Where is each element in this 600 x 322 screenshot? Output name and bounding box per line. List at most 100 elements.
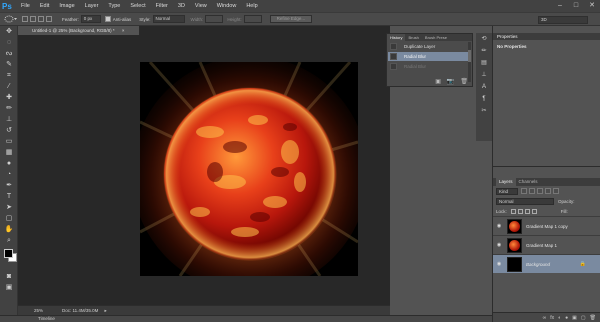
layer-row[interactable]: ◉ Gradient Map 1 xyxy=(493,235,600,254)
tab-layers[interactable]: Layers xyxy=(496,178,516,186)
add-mask-icon[interactable]: ◐ xyxy=(558,315,561,321)
tool-presets-icon[interactable]: ✂ xyxy=(477,106,491,117)
color-swatches[interactable] xyxy=(0,247,17,271)
new-document-from-state-icon[interactable]: ▣ xyxy=(435,78,441,85)
maximize-button[interactable]: □ xyxy=(571,1,581,10)
feather-input[interactable]: 0 px xyxy=(80,15,101,23)
quick-mask-icon[interactable]: ◙ xyxy=(2,272,16,282)
menu-type[interactable]: Type xyxy=(103,0,125,12)
character-panel-icon[interactable]: A xyxy=(477,82,491,93)
paragraph-panel-icon[interactable]: ¶ xyxy=(477,94,491,105)
adjustment-layer-icon[interactable]: ● xyxy=(565,315,568,321)
image-canvas[interactable] xyxy=(140,62,358,276)
new-selection-icon[interactable] xyxy=(22,16,28,22)
eraser-tool-icon[interactable]: ▭ xyxy=(2,137,16,147)
visibility-eye-icon[interactable]: ◉ xyxy=(493,261,505,267)
path-select-icon[interactable]: ➤ xyxy=(2,203,16,213)
pen-tool-icon[interactable]: ✒ xyxy=(2,181,16,191)
close-tab-icon[interactable]: × xyxy=(122,28,125,33)
lock-position-icon[interactable] xyxy=(524,208,530,214)
history-brush-source-icon[interactable] xyxy=(390,63,397,70)
lock-transparency-icon[interactable] xyxy=(510,208,516,214)
history-brush-source-icon[interactable] xyxy=(390,53,397,60)
new-snapshot-icon[interactable]: 📷 xyxy=(447,78,454,85)
menu-window[interactable]: Window xyxy=(212,0,242,12)
history-brush-source-icon[interactable] xyxy=(390,43,397,50)
tab-channels[interactable]: Channels xyxy=(516,178,541,186)
menu-file[interactable]: File xyxy=(16,0,35,12)
add-selection-icon[interactable] xyxy=(30,16,36,22)
visibility-eye-icon[interactable]: ◉ xyxy=(493,242,505,248)
tab-brush-presets[interactable]: Brush Prese xyxy=(422,34,450,41)
delete-state-icon[interactable]: 🗑 xyxy=(460,78,468,85)
crop-tool-icon[interactable]: ⌗ xyxy=(2,71,16,81)
eyedropper-tool-icon[interactable]: ⁄ xyxy=(2,82,16,92)
adjustment-filter-icon[interactable] xyxy=(529,188,535,194)
layer-row-background-selected[interactable]: ◉ Background 🔒 xyxy=(493,254,600,273)
hand-tool-icon[interactable]: ✋ xyxy=(2,225,16,235)
shape-filter-icon[interactable] xyxy=(545,188,551,194)
tab-history[interactable]: History xyxy=(387,34,406,41)
close-button[interactable]: ✕ xyxy=(587,1,597,10)
menu-view[interactable]: View xyxy=(190,0,212,12)
menu-3d[interactable]: 3D xyxy=(173,0,190,12)
new-group-icon[interactable]: ▣ xyxy=(572,315,577,321)
history-brush-icon[interactable]: ↺ xyxy=(2,126,16,136)
brush-panel-icon[interactable]: ✏ xyxy=(477,46,491,57)
dodge-tool-icon[interactable]: ◔ xyxy=(2,170,16,180)
foreground-color-swatch[interactable] xyxy=(4,249,13,258)
menu-select[interactable]: Select xyxy=(125,0,150,12)
status-menu-arrow-icon[interactable]: ▸ xyxy=(104,308,106,314)
delete-layer-icon[interactable]: 🗑 xyxy=(590,315,596,321)
layer-style-icon[interactable]: fx xyxy=(550,315,554,321)
smart-object-filter-icon[interactable] xyxy=(553,188,559,194)
properties-header[interactable]: Properties xyxy=(493,33,600,40)
type-filter-icon[interactable] xyxy=(537,188,543,194)
menu-edit[interactable]: Edit xyxy=(35,0,54,12)
lock-all-icon[interactable] xyxy=(531,208,537,214)
menu-layer[interactable]: Layer xyxy=(80,0,104,12)
antialias-checkbox[interactable] xyxy=(104,16,111,22)
history-state-radial-blur[interactable]: Radial Blur xyxy=(388,62,471,71)
history-panel-icon[interactable]: ⟲ xyxy=(477,34,491,45)
history-scrollbar-thumb[interactable] xyxy=(468,50,471,62)
tab-brush[interactable]: Brush xyxy=(405,34,421,41)
blend-mode-select[interactable]: Normal xyxy=(496,197,554,205)
zoom-tool-icon[interactable]: ⌕ xyxy=(2,236,16,246)
visibility-eye-icon[interactable]: ◉ xyxy=(493,223,505,229)
lock-pixels-icon[interactable] xyxy=(517,208,523,214)
menu-help[interactable]: Help xyxy=(241,0,262,12)
refine-edge-button[interactable]: Refine Edge... xyxy=(269,15,313,23)
marquee-tool-preset[interactable] xyxy=(4,15,18,23)
quick-select-tool-icon[interactable]: ✎ xyxy=(2,60,16,70)
shape-tool-icon[interactable]: ▢ xyxy=(2,214,16,224)
new-layer-icon[interactable]: ▢ xyxy=(581,315,586,321)
move-tool-icon[interactable]: ✥ xyxy=(2,27,16,37)
history-state-duplicate-layer[interactable]: Duplicate Layer xyxy=(388,42,471,51)
workspace-select[interactable]: 3D xyxy=(538,16,588,24)
brush-tool-icon[interactable]: ✏ xyxy=(2,104,16,114)
blur-tool-icon[interactable]: ● xyxy=(2,159,16,169)
gradient-tool-icon[interactable]: ▦ xyxy=(2,148,16,158)
screen-mode-icon[interactable]: ▣ xyxy=(2,283,16,293)
history-scrollbar[interactable] xyxy=(468,42,471,82)
lasso-tool-icon[interactable]: ᔓ xyxy=(2,49,16,59)
width-input[interactable] xyxy=(205,15,224,23)
photoshop-logo[interactable]: Ps xyxy=(2,1,16,12)
healing-brush-icon[interactable]: ✚ xyxy=(2,93,16,103)
marquee-tool-icon[interactable]: ◌ xyxy=(2,38,16,48)
menu-filter[interactable]: Filter xyxy=(151,0,173,12)
link-layers-icon[interactable]: ∞ xyxy=(543,315,547,321)
subtract-selection-icon[interactable] xyxy=(38,16,44,22)
height-input[interactable] xyxy=(243,15,262,23)
history-state-radial-blur-selected[interactable]: Radial Blur xyxy=(388,52,471,61)
document-tab[interactable]: Untitled-1 @ 25% (Background, RGB/8) * × xyxy=(18,26,140,35)
style-select[interactable]: Normal xyxy=(152,15,185,23)
layer-row[interactable]: ◉ Gradient Map 1 copy xyxy=(493,216,600,235)
pixel-filter-icon[interactable] xyxy=(521,188,527,194)
brush-presets-icon[interactable]: ▤ xyxy=(477,58,491,69)
type-tool-icon[interactable]: T xyxy=(2,192,16,202)
layer-filter-kind-select[interactable]: Kind xyxy=(496,187,518,195)
menu-image[interactable]: Image xyxy=(54,0,79,12)
minimize-button[interactable]: – xyxy=(555,1,565,10)
